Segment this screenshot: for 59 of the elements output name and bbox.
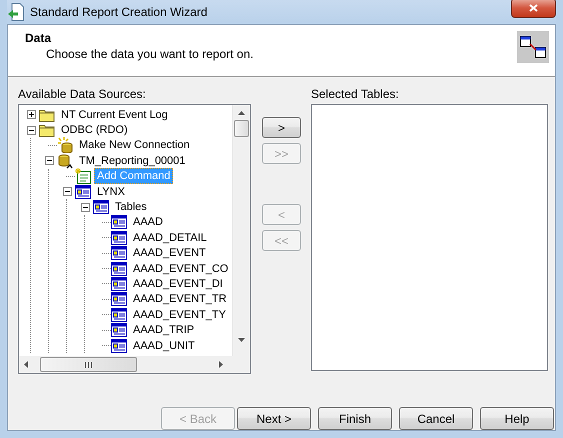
tree-item[interactable]: AAAD_EVENT_TY: [130, 306, 229, 323]
tree-item[interactable]: AAAD_EVENT_CO: [130, 260, 232, 277]
collapse-icon[interactable]: [62, 187, 72, 196]
table-icon: [75, 184, 91, 199]
tree-item[interactable]: AAAD_DETAIL: [130, 230, 210, 246]
table-icon: [111, 308, 127, 322]
page-title: Data: [25, 31, 52, 45]
sparkle-cylinder-icon: [57, 137, 73, 154]
tree-item[interactable]: AAAD_EVENT: [130, 245, 209, 262]
page-subtitle: Choose the data you want to report on.: [45, 47, 254, 61]
scroll-left-icon[interactable]: [24, 361, 28, 368]
report-wizard-icon: [8, 3, 24, 21]
table-icon: [111, 338, 127, 353]
linked-tables-icon: [517, 31, 549, 63]
expand-icon[interactable]: [26, 110, 36, 120]
table-icon: [111, 215, 127, 230]
folder-icon: [39, 108, 55, 122]
tree-item[interactable]: Make New Connection: [76, 137, 193, 154]
table-icon: [111, 246, 127, 260]
tree-item[interactable]: NT Current Event Log: [58, 106, 171, 123]
grip-icon: [85, 362, 92, 368]
wizard-button[interactable]: Finish: [318, 407, 392, 430]
selected-label: Selected Tables:: [311, 87, 400, 101]
tree-item[interactable]: AAAD_TRIP: [130, 322, 198, 338]
horizontal-scrollbar[interactable]: [19, 356, 250, 373]
table-icon: [111, 323, 127, 338]
collapse-icon[interactable]: [44, 156, 54, 166]
folder-icon: [39, 123, 55, 138]
collapse-icon[interactable]: [26, 126, 36, 135]
window-title: Standard Report Creation Wizard: [30, 5, 208, 19]
wizard-button[interactable]: Help: [480, 407, 554, 430]
scrollbar-thumb[interactable]: [40, 357, 137, 372]
tree-item[interactable]: AAAD_EVENT_TR: [130, 291, 230, 308]
tree-item[interactable]: AAAD_UNIT: [130, 338, 198, 354]
table-icon: [111, 276, 127, 291]
vertical-scrollbar[interactable]: [232, 105, 250, 356]
table-icon: [111, 262, 127, 276]
scroll-right-icon[interactable]: [219, 361, 223, 368]
table-icon: [111, 292, 127, 306]
wizard-button[interactable]: Next >: [237, 407, 311, 430]
wizard-button[interactable]: Cancel: [399, 407, 473, 430]
tree-item[interactable]: ODBC (RDO): [58, 122, 131, 138]
close-button[interactable]: [511, 0, 556, 18]
close-icon: [529, 4, 538, 12]
sparkle-document-icon: [75, 168, 91, 184]
cylinder-icon: [57, 152, 73, 169]
available-label: Available Data Sources:: [18, 87, 147, 101]
table-icon: [93, 200, 109, 214]
tree-item[interactable]: TM_Reporting_00001: [76, 152, 188, 169]
tree-item[interactable]: AAAD: [130, 214, 166, 230]
tree-item[interactable]: LYNX: [94, 184, 128, 200]
collapse-icon[interactable]: [80, 202, 90, 212]
tree-item[interactable]: AAAD_EVENT_DI: [130, 276, 226, 292]
scrollbar-thumb[interactable]: [234, 120, 249, 137]
scroll-down-icon[interactable]: [238, 338, 245, 342]
table-icon: [111, 230, 127, 245]
scroll-up-icon[interactable]: [238, 111, 245, 115]
move-button[interactable]: >: [262, 117, 301, 138]
tree-item[interactable]: Tables: [112, 199, 150, 216]
